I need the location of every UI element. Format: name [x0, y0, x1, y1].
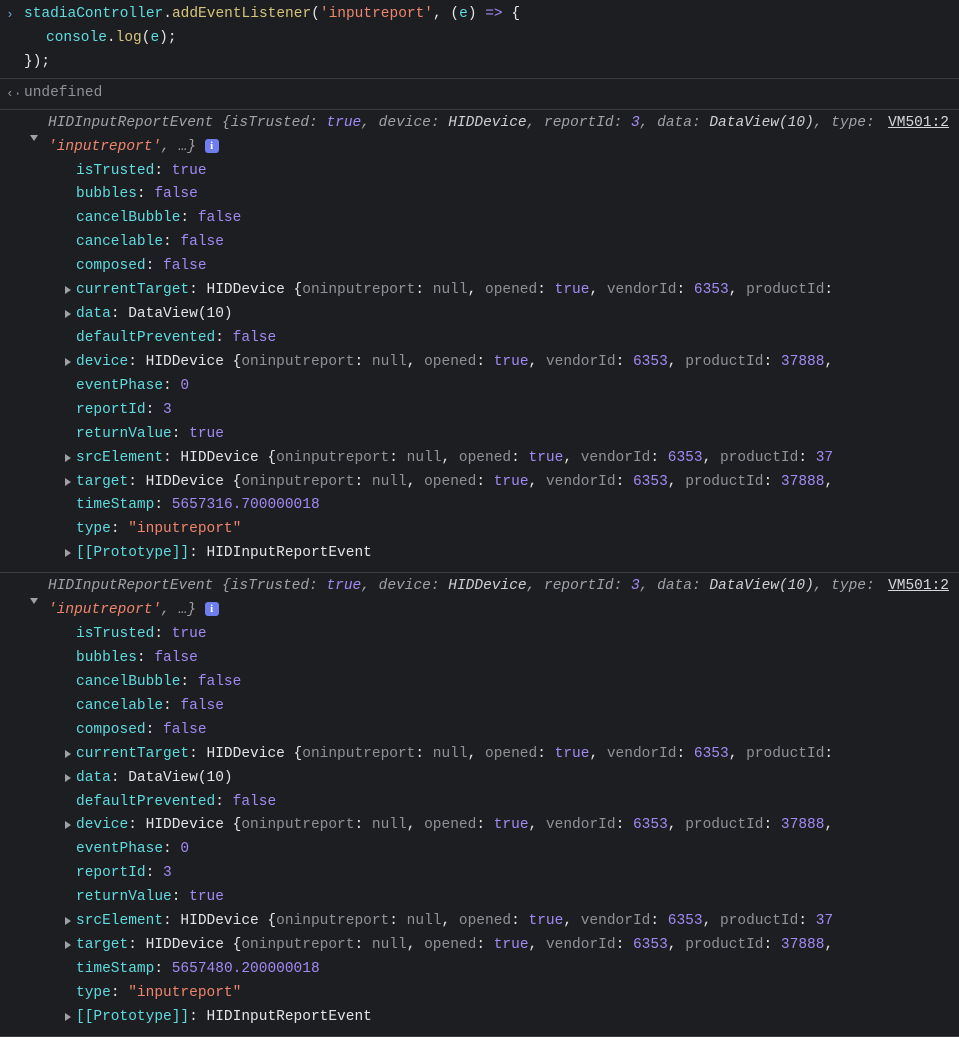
info-icon[interactable]: i — [205, 139, 219, 153]
return-arrow-icon: ‹· — [6, 83, 22, 104]
property-row: cancelable: false — [64, 231, 951, 255]
caret-down-icon[interactable] — [30, 135, 38, 141]
property-row[interactable]: srcElement: HIDDevice {oninputreport: nu… — [64, 910, 951, 934]
property-row: isTrusted: true — [64, 160, 951, 184]
property-row: eventPhase: 0 — [64, 375, 951, 399]
property-row: composed: false — [64, 255, 951, 279]
caret-right-icon[interactable] — [65, 549, 71, 557]
caret-right-icon[interactable] — [65, 478, 71, 486]
property-row: type: "inputreport" — [64, 982, 951, 1006]
caret-right-icon[interactable] — [65, 1013, 71, 1021]
caret-right-icon[interactable] — [65, 750, 71, 758]
caret-right-icon[interactable] — [65, 774, 71, 782]
property-row: bubbles: false — [64, 647, 951, 671]
input-logarg: e — [150, 30, 159, 46]
object-properties: isTrusted: truebubbles: falsecancelBubbl… — [30, 160, 951, 567]
caret-right-icon[interactable] — [65, 821, 71, 829]
input-param: e — [459, 6, 468, 22]
console-input[interactable]: › stadiaController.addEventListener('inp… — [0, 0, 959, 79]
property-row[interactable]: target: HIDDevice {oninputreport: null, … — [64, 934, 951, 958]
property-row: type: "inputreport" — [64, 518, 951, 542]
object-properties: isTrusted: truebubbles: falsecancelBubbl… — [30, 623, 951, 1030]
info-icon[interactable]: i — [205, 602, 219, 616]
caret-right-icon[interactable] — [65, 941, 71, 949]
property-row: isTrusted: true — [64, 623, 951, 647]
property-row[interactable]: device: HIDDevice {oninputreport: null, … — [64, 351, 951, 375]
log-entry[interactable]: VM501:2HIDInputReportEvent {isTrusted: t… — [0, 110, 959, 574]
property-row: defaultPrevented: false — [64, 327, 951, 351]
property-row: timeStamp: 5657480.200000018 — [64, 958, 951, 982]
input-console: console — [46, 30, 107, 46]
input-obj: stadiaController — [24, 6, 163, 22]
property-row[interactable]: data: DataView(10) — [64, 767, 951, 791]
property-row: bubbles: false — [64, 183, 951, 207]
property-row[interactable]: currentTarget: HIDDevice {oninputreport:… — [64, 743, 951, 767]
property-row: timeStamp: 5657316.700000018 — [64, 494, 951, 518]
caret-right-icon[interactable] — [65, 917, 71, 925]
property-row: defaultPrevented: false — [64, 791, 951, 815]
property-row: composed: false — [64, 719, 951, 743]
caret-right-icon[interactable] — [65, 286, 71, 294]
property-row: eventPhase: 0 — [64, 838, 951, 862]
property-row: cancelBubble: false — [64, 207, 951, 231]
caret-right-icon[interactable] — [65, 454, 71, 462]
object-header[interactable]: HIDInputReportEvent {isTrusted: true, de… — [30, 112, 951, 160]
return-value: undefined — [24, 85, 102, 101]
property-row[interactable]: data: DataView(10) — [64, 303, 951, 327]
property-row[interactable]: target: HIDDevice {oninputreport: null, … — [64, 471, 951, 495]
property-row[interactable]: [[Prototype]]: HIDInputReportEvent — [64, 1006, 951, 1030]
chevron-right-icon: › — [6, 4, 14, 25]
caret-right-icon[interactable] — [65, 310, 71, 318]
caret-right-icon[interactable] — [65, 358, 71, 366]
property-row: returnValue: true — [64, 886, 951, 910]
property-row: reportId: 3 — [64, 862, 951, 886]
object-header[interactable]: HIDInputReportEvent {isTrusted: true, de… — [30, 575, 951, 623]
property-row: cancelable: false — [64, 695, 951, 719]
property-row[interactable]: [[Prototype]]: HIDInputReportEvent — [64, 542, 951, 566]
property-row: reportId: 3 — [64, 399, 951, 423]
caret-down-icon[interactable] — [30, 598, 38, 604]
console-return: ‹· undefined — [0, 79, 959, 110]
property-row: cancelBubble: false — [64, 671, 951, 695]
input-log: log — [116, 30, 142, 46]
property-row: returnValue: true — [64, 423, 951, 447]
property-row[interactable]: srcElement: HIDDevice {oninputreport: nu… — [64, 447, 951, 471]
input-fn: addEventListener — [172, 6, 311, 22]
property-row[interactable]: currentTarget: HIDDevice {oninputreport:… — [64, 279, 951, 303]
property-row[interactable]: device: HIDDevice {oninputreport: null, … — [64, 814, 951, 838]
log-entry[interactable]: VM501:2HIDInputReportEvent {isTrusted: t… — [0, 573, 959, 1037]
input-arg1: 'inputreport' — [320, 6, 433, 22]
